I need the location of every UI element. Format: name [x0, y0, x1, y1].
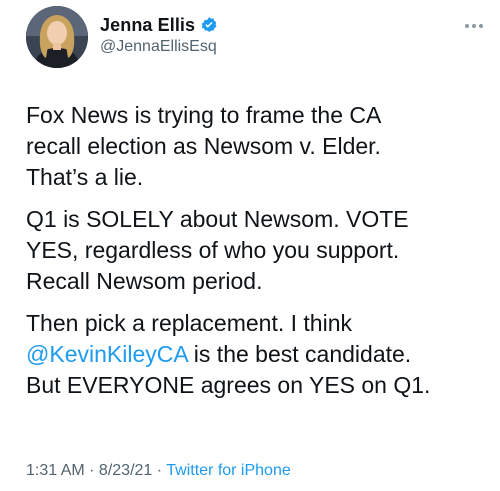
tweet-time[interactable]: 1:31 AM	[26, 462, 85, 479]
tweet-date[interactable]: 8/23/21	[99, 462, 152, 479]
tweet-paragraph-3: Then pick a replacement. I think @KevinK…	[26, 308, 486, 401]
tweet-line: That’s a lie.	[26, 164, 144, 190]
tweet-line: Recall Newsom period.	[26, 268, 263, 294]
more-dot	[479, 24, 483, 28]
tweet-line: Then pick a replacement. I think	[26, 310, 352, 336]
tweet-line: Fox News is trying to frame the CA	[26, 102, 382, 128]
verified-badge-icon	[200, 16, 218, 34]
tweet-line: But EVERYONE agrees on YES on Q1.	[26, 372, 431, 398]
more-options-icon[interactable]	[462, 20, 486, 32]
author-handle[interactable]: @JennaEllisEsq	[100, 38, 218, 56]
meta-separator: ·	[84, 462, 99, 479]
author-info: Jenna Ellis @JennaEllisEsq	[100, 14, 218, 56]
tweet-paragraph-2: Q1 is SOLELY about Newsom. VOTE YES, reg…	[26, 204, 486, 297]
more-dot	[472, 24, 476, 28]
tweet-line: Q1 is SOLELY about Newsom. VOTE	[26, 206, 409, 232]
tweet-line: YES, regardless of who you support.	[26, 237, 400, 263]
tweet-metadata: 1:31 AM · 8/23/21 · Twitter for iPhone	[26, 462, 291, 480]
avatar-image	[26, 6, 88, 68]
tweet-header: Jenna Ellis @JennaEllisEsq	[26, 6, 486, 72]
author-display-name[interactable]: Jenna Ellis	[100, 15, 195, 36]
name-row: Jenna Ellis	[100, 14, 218, 36]
mention-link[interactable]: @KevinKileyCA	[26, 341, 187, 367]
meta-separator: ·	[152, 462, 167, 479]
tweet-paragraph-1: Fox News is trying to frame the CA recal…	[26, 100, 486, 193]
tweet-line: recall election as Newsom v. Elder.	[26, 133, 381, 159]
tweet-text: Fox News is trying to frame the CA recal…	[26, 100, 486, 412]
more-dot	[465, 24, 469, 28]
avatar[interactable]	[26, 6, 88, 68]
tweet-source-link[interactable]: Twitter for iPhone	[166, 462, 291, 479]
tweet-line-rest: is the best candidate.	[187, 341, 412, 367]
